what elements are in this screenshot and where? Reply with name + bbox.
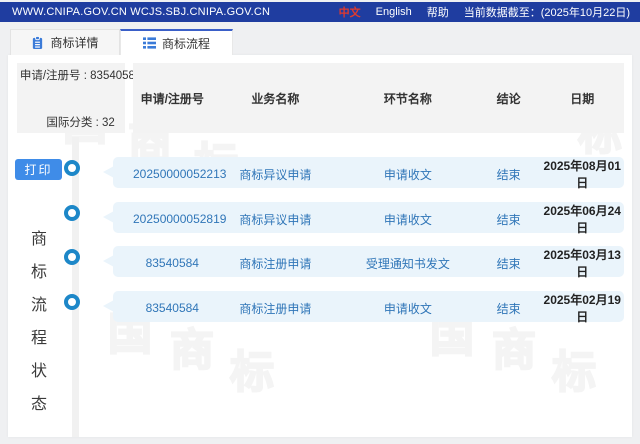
- table-header: 申请/注册号 业务名称 环节名称 结论 日期: [133, 63, 624, 133]
- timeline-node-icon: [64, 205, 80, 221]
- timeline-node-icon: [64, 249, 80, 265]
- cell-conclusion: 结束: [477, 166, 541, 183]
- column-date: 日期: [541, 90, 624, 107]
- tab-trademark-process[interactable]: 商标流程: [120, 29, 233, 55]
- column-business-name: 业务名称: [212, 90, 340, 107]
- cell-date: 2025年08月01日: [541, 157, 624, 191]
- data-cutoff-label: 当前数据截至：(2025年10月22日): [464, 4, 630, 20]
- cell-step-name: 受理通知书发文: [339, 255, 476, 272]
- cell-step-name: 申请收文: [339, 211, 476, 228]
- watermark-biao: 标: [552, 351, 596, 395]
- process-row-bubble[interactable]: 83540584 商标注册申请 申请收文 结束 2025年02月19日: [113, 291, 624, 322]
- cell-business-name: 商标异议申请: [212, 211, 340, 228]
- application-info-box: 申请/注册号 : 83540584 国际分类 : 32: [17, 63, 125, 133]
- separator: :: [81, 70, 91, 82]
- cell-application-number: 20250000052819: [133, 212, 212, 226]
- registration-number-line: 申请/注册号 : 83540584: [1, 55, 142, 95]
- tab-label: 商标流程: [162, 35, 210, 52]
- vertical-title-char: 程: [30, 324, 48, 348]
- cell-business-name: 商标注册申请: [212, 300, 340, 317]
- cell-date: 2025年03月13日: [541, 246, 624, 280]
- top-navbar: WWW.CNIPA.GOV.CN WCJS.SBJ.CNIPA.GOV.CN 中…: [0, 2, 640, 22]
- site-urls: WWW.CNIPA.GOV.CN WCJS.SBJ.CNIPA.GOV.CN: [12, 6, 270, 18]
- process-row: 83540584 商标注册申请 申请收文 结束 2025年02月19日: [8, 291, 624, 322]
- cell-application-number: 20250000052213: [133, 167, 212, 181]
- timeline-node-icon: [64, 160, 80, 176]
- language-chinese-link[interactable]: 中文: [339, 4, 361, 20]
- separator: :: [92, 117, 102, 129]
- column-conclusion: 结论: [477, 90, 541, 107]
- trademark-process-panel: 国 商 标 国 商 标 国 商 标 国 商 标 申请/注册号 : 8354058…: [8, 55, 632, 437]
- cell-business-name: 商标注册申请: [212, 255, 340, 272]
- tab-trademark-details[interactable]: 商标详情: [10, 29, 120, 55]
- cell-conclusion: 结束: [477, 255, 541, 272]
- language-english-link[interactable]: English: [376, 6, 412, 18]
- cell-application-number: 83540584: [133, 256, 212, 270]
- process-row: 20250000052819 商标异议申请 申请收文 结束 2025年06月24…: [8, 202, 624, 233]
- tab-label: 商标详情: [50, 34, 98, 51]
- cell-date: 2025年06月24日: [541, 202, 624, 236]
- vertical-title-char: 状: [30, 357, 48, 381]
- cell-business-name: 商标异议申请: [212, 166, 340, 183]
- help-link[interactable]: 帮助: [427, 4, 449, 20]
- watermark-biao: 标: [230, 351, 274, 395]
- process-row-bubble[interactable]: 83540584 商标注册申请 受理通知书发文 结束 2025年03月13日: [113, 246, 624, 277]
- cell-date: 2025年02月19日: [541, 291, 624, 325]
- cell-conclusion: 结束: [477, 300, 541, 317]
- document-icon: [31, 36, 44, 50]
- intl-class-value: 32: [102, 117, 115, 129]
- process-row: 20250000052213 商标异议申请 申请收文 结束 2025年08月01…: [8, 157, 624, 188]
- watermark-shang: 商: [170, 329, 214, 373]
- cell-step-name: 申请收文: [339, 300, 476, 317]
- column-application-number: 申请/注册号: [133, 90, 212, 107]
- intl-class-label: 国际分类: [46, 117, 92, 129]
- process-row-bubble[interactable]: 20250000052819 商标异议申请 申请收文 结束 2025年06月24…: [113, 202, 624, 233]
- cell-step-name: 申请收文: [339, 166, 476, 183]
- intl-class-line: 国际分类 : 32: [27, 102, 115, 142]
- list-icon: [143, 37, 156, 49]
- column-step-name: 环节名称: [339, 90, 476, 107]
- watermark-shang: 商: [492, 329, 536, 373]
- cell-application-number: 83540584: [133, 301, 212, 315]
- process-row: 83540584 商标注册申请 受理通知书发文 结束 2025年03月13日: [8, 246, 624, 277]
- tab-bar: 商标详情 商标流程: [10, 29, 233, 55]
- cell-conclusion: 结束: [477, 211, 541, 228]
- registration-number-label: 申请/注册号: [20, 70, 81, 82]
- process-row-bubble[interactable]: 20250000052213 商标异议申请 申请收文 结束 2025年08月01…: [113, 157, 624, 188]
- timeline-node-icon: [64, 294, 80, 310]
- vertical-title-char: 态: [30, 390, 48, 414]
